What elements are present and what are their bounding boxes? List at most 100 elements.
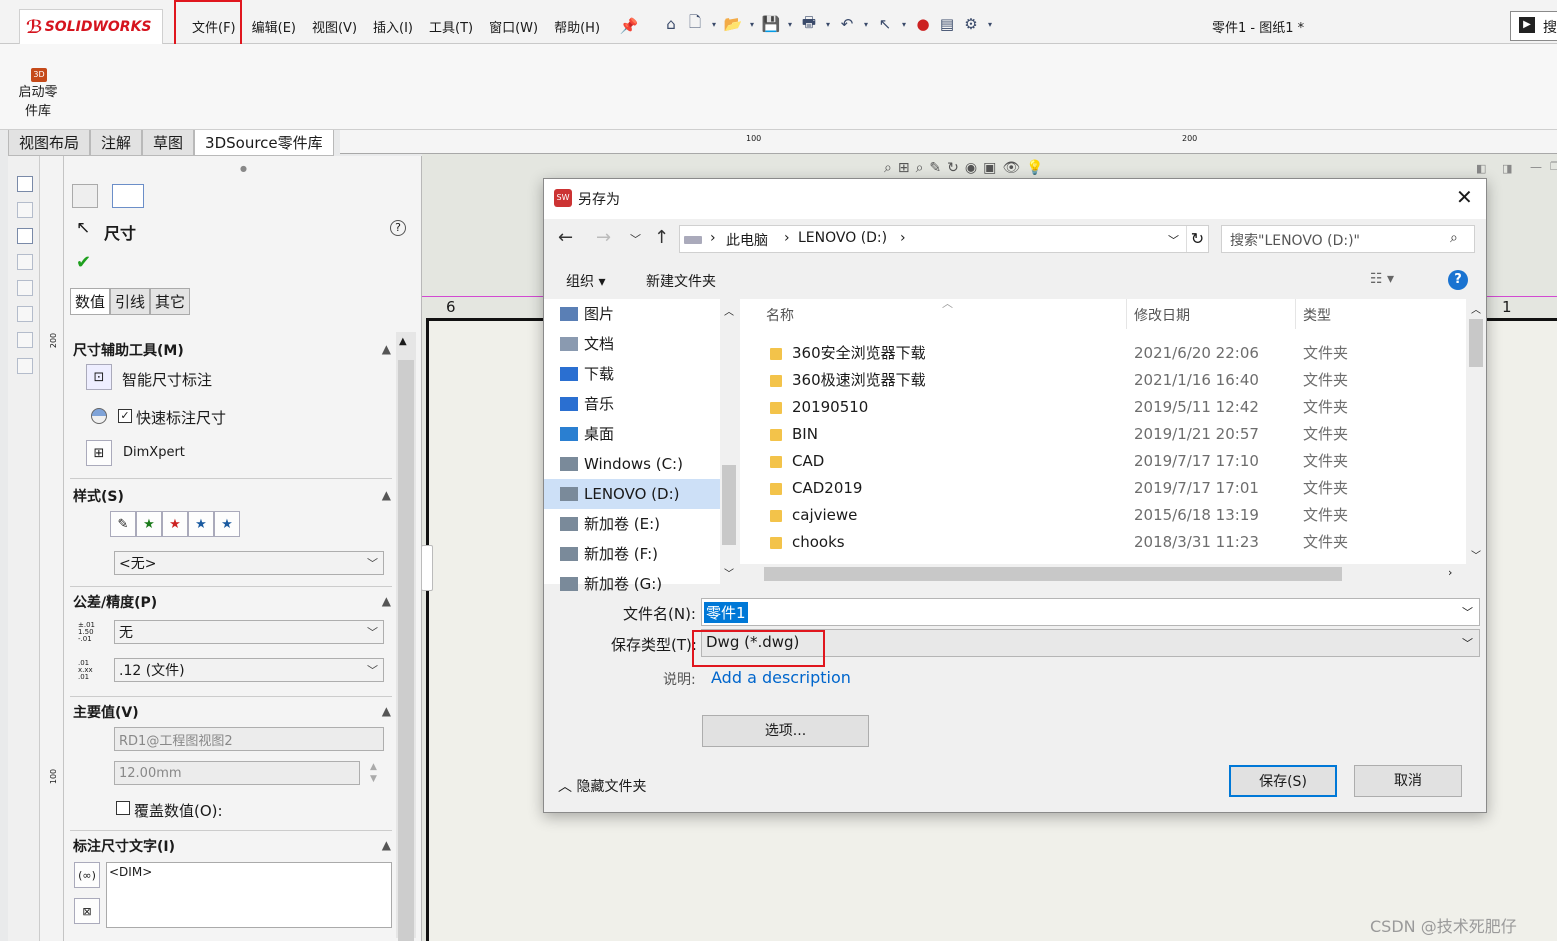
precision-select[interactable]: .12 (文件) ﹀ bbox=[114, 658, 384, 682]
gear-icon[interactable]: ⚙ bbox=[962, 15, 980, 33]
refresh-icon[interactable]: ↻ bbox=[1186, 226, 1208, 252]
style-select[interactable]: <无> ﹀ bbox=[114, 551, 384, 575]
display-style-icon[interactable]: ▣ bbox=[983, 160, 996, 176]
smart-dimension-icon[interactable]: ⊡ bbox=[86, 364, 112, 390]
rotate-icon[interactable]: ↻ bbox=[947, 160, 959, 176]
ok-check-icon[interactable]: ✔ bbox=[76, 252, 91, 273]
scroll-right-icon[interactable]: › bbox=[1448, 566, 1452, 579]
solidworks-logo[interactable]: ℬ SOLIDWORKS bbox=[19, 9, 163, 45]
chevron-down-icon[interactable]: ▾ bbox=[900, 15, 908, 33]
hide-folders-toggle[interactable]: ︿ 隐藏文件夹 bbox=[558, 776, 646, 796]
column-type[interactable]: 类型 bbox=[1303, 305, 1331, 325]
nav-item[interactable]: Windows (C:) bbox=[560, 449, 683, 479]
nav-item[interactable]: 新加卷 (E:) bbox=[560, 509, 660, 539]
new-document-icon[interactable]: 🗋 bbox=[686, 13, 704, 33]
add-description-link[interactable]: Add a description bbox=[711, 668, 851, 687]
menu-window[interactable]: 窗口(W) bbox=[481, 17, 546, 36]
tolerance-type-select[interactable]: 无 ﹀ bbox=[114, 620, 384, 644]
sketch-icon[interactable]: ✎ bbox=[929, 160, 941, 176]
property-manager-tab-icon[interactable] bbox=[72, 184, 98, 208]
scroll-thumb[interactable] bbox=[764, 567, 1342, 581]
file-row[interactable]: cajviewe 2015/6/18 13:19 文件夹 bbox=[740, 502, 1440, 529]
file-row[interactable]: chooks 2018/3/31 11:23 文件夹 bbox=[740, 529, 1440, 556]
scroll-thumb[interactable] bbox=[722, 465, 736, 545]
menu-insert[interactable]: 插入(I) bbox=[365, 17, 421, 36]
feature-tree-tab-icon[interactable] bbox=[112, 184, 144, 208]
view-options-icon[interactable]: ☷ ▾ bbox=[1370, 271, 1394, 287]
scroll-thumb[interactable] bbox=[1469, 319, 1483, 367]
chevron-down-icon[interactable]: ▾ bbox=[786, 15, 794, 33]
undo-icon[interactable]: ↶ bbox=[838, 15, 856, 33]
options-button[interactable]: 选项... bbox=[702, 715, 869, 747]
hide-show-icon[interactable]: 👁 bbox=[1002, 160, 1020, 176]
dimxpert-icon[interactable]: ⊞ bbox=[86, 440, 112, 466]
dim-text-area[interactable]: <DIM> bbox=[106, 862, 392, 928]
collapse-up-icon[interactable]: ▲ bbox=[382, 594, 391, 608]
file-row[interactable]: 360安全浏览器下载 2021/6/20 22:06 文件夹 bbox=[740, 340, 1440, 367]
apply-style-icon[interactable]: ✎ bbox=[110, 511, 136, 537]
vertical-scrollbar[interactable]: ︿ ﹀ bbox=[1466, 299, 1486, 564]
search-input[interactable]: 搜索"LENOVO (D:)" ⌕ bbox=[1221, 225, 1475, 253]
select-cursor-icon[interactable]: ↖ bbox=[876, 15, 894, 33]
pin-icon[interactable]: 📌 bbox=[620, 17, 639, 35]
column-divider[interactable] bbox=[1295, 299, 1296, 329]
nav-item[interactable]: 新加卷 (G:) bbox=[560, 569, 662, 599]
save-icon[interactable]: 💾 bbox=[762, 15, 781, 33]
appearance-icon[interactable]: 💡 bbox=[1026, 160, 1043, 176]
filename-input[interactable]: 零件1 ﹀ bbox=[701, 598, 1480, 626]
breadcrumb-lenovo-d[interactable]: LENOVO (D:) bbox=[798, 230, 887, 246]
restore-icon[interactable]: ❐ bbox=[1550, 160, 1557, 173]
menu-help[interactable]: 帮助(H) bbox=[546, 17, 608, 36]
chevron-down-icon[interactable]: ▾ bbox=[824, 15, 832, 33]
organize-button[interactable]: 组织 ▾ bbox=[566, 271, 605, 291]
geometric-tolerance-icon[interactable] bbox=[17, 358, 33, 374]
quick-dimension-checkbox[interactable]: ✓ bbox=[118, 409, 132, 423]
rebuild-traffic-light-icon[interactable]: ● bbox=[914, 15, 932, 33]
home-icon[interactable]: ⌂ bbox=[662, 15, 680, 33]
chevron-down-icon[interactable]: ﹀ bbox=[1462, 635, 1473, 651]
breadcrumb-this-pc[interactable]: 此电脑 bbox=[726, 230, 768, 250]
nav-scrollbar[interactable]: ︿ ﹀ bbox=[720, 299, 738, 584]
column-divider[interactable] bbox=[1126, 299, 1127, 329]
menu-tools[interactable]: 工具(T) bbox=[421, 17, 481, 36]
nav-item[interactable]: 音乐 bbox=[560, 389, 614, 419]
tab-sketch[interactable]: 草图 bbox=[142, 130, 195, 156]
help-icon[interactable]: ? bbox=[1448, 270, 1468, 290]
chevron-down-icon[interactable]: ﹀ bbox=[1462, 604, 1473, 620]
print-icon[interactable]: 🖶 bbox=[800, 13, 818, 33]
column-date[interactable]: 修改日期 bbox=[1134, 305, 1190, 325]
tab-value[interactable]: 数值 bbox=[70, 288, 111, 315]
new-folder-button[interactable]: 新建文件夹 bbox=[646, 271, 716, 291]
collapse-up-icon[interactable]: ▲ bbox=[382, 838, 391, 852]
file-row[interactable]: BIN 2019/1/21 20:57 文件夹 bbox=[740, 421, 1440, 448]
zoom-area-icon[interactable]: ⊞ bbox=[898, 160, 910, 176]
dimxpert-label[interactable]: DimXpert bbox=[123, 445, 185, 460]
override-value-checkbox[interactable] bbox=[116, 801, 130, 815]
search-commands-box[interactable]: ▶ 搜 bbox=[1510, 11, 1557, 41]
pm-scrollbar[interactable]: ▲ bbox=[396, 332, 416, 941]
save-button[interactable]: 保存(S) bbox=[1229, 765, 1337, 797]
file-row[interactable]: CAD 2019/7/17 17:10 文件夹 bbox=[740, 448, 1440, 475]
tab-annotation[interactable]: 注解 bbox=[90, 130, 143, 156]
section-dim-text-header[interactable]: 标注尺寸文字(I) bbox=[73, 836, 175, 856]
cancel-button[interactable]: 取消 bbox=[1354, 765, 1462, 797]
chevron-down-icon[interactable]: ▾ bbox=[986, 15, 994, 33]
scroll-thumb[interactable] bbox=[398, 360, 414, 941]
surface-finish-icon[interactable] bbox=[17, 254, 33, 270]
note-icon[interactable] bbox=[17, 176, 33, 192]
collapse-up-icon[interactable]: ▲ bbox=[382, 488, 391, 502]
open-icon[interactable]: 📂 bbox=[724, 15, 743, 33]
nav-item[interactable]: 下载 bbox=[560, 359, 614, 389]
horizontal-scrollbar[interactable]: › bbox=[740, 564, 1466, 584]
tab-3dsource[interactable]: 3DSource零件库 bbox=[194, 130, 334, 156]
load-style-icon[interactable]: ★ bbox=[214, 511, 240, 537]
scroll-up-icon[interactable]: ▲ bbox=[399, 336, 407, 347]
shaded-icon[interactable]: ◉ bbox=[965, 160, 977, 176]
smart-dimension-label[interactable]: 智能尺寸标注 bbox=[122, 369, 212, 390]
file-row[interactable]: CAD2019 2019/7/17 17:01 文件夹 bbox=[740, 475, 1440, 502]
address-history-icon[interactable]: ﹀ bbox=[1168, 232, 1179, 248]
start-library-button[interactable]: 3D 启动零件库 bbox=[14, 64, 64, 121]
scroll-down-icon[interactable]: ﹀ bbox=[724, 565, 734, 580]
nav-item[interactable]: 图片 bbox=[560, 299, 614, 329]
column-name[interactable]: 名称 bbox=[766, 305, 794, 325]
